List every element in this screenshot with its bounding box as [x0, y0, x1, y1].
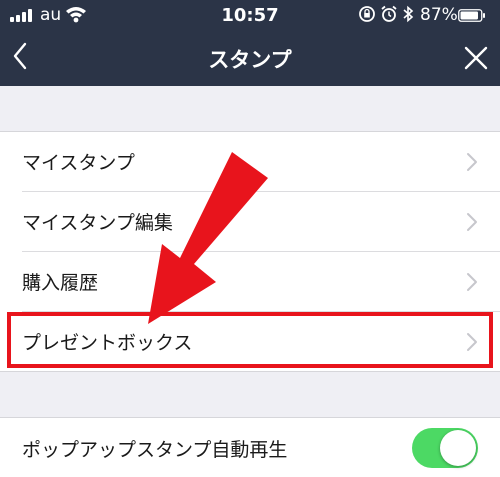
menu-item-label: 購入履歴	[22, 272, 99, 294]
autoplay-setting-row: ポップアップスタンプ自動再生	[0, 417, 500, 477]
battery-percentage: 87%	[420, 5, 458, 25]
menu-item-edit-my-stamps[interactable]: マイスタンプ編集	[0, 192, 500, 252]
menu-item-label: マイスタンプ編集	[22, 212, 173, 234]
menu-item-label: マイスタンプ	[22, 152, 135, 174]
autoplay-label: ポップアップスタンプ自動再生	[22, 439, 288, 461]
menu-item-my-stamps[interactable]: マイスタンプ	[0, 132, 500, 192]
menu-item-present-box[interactable]: プレゼントボックス	[0, 312, 500, 372]
chevron-right-icon	[467, 213, 477, 231]
close-icon	[464, 46, 488, 70]
chevron-right-icon	[467, 153, 477, 171]
stamp-menu-list: マイスタンプ マイスタンプ編集 購入履歴 プレゼントボックス	[0, 131, 500, 372]
page-title: スタンプ	[208, 48, 292, 72]
chevron-right-icon	[467, 333, 477, 351]
chevron-right-icon	[467, 273, 477, 291]
bluetooth-icon	[403, 5, 414, 23]
status-bar: au 10:57 87%	[0, 0, 500, 30]
rotation-lock-icon	[359, 6, 375, 22]
battery-icon	[458, 9, 485, 22]
menu-item-purchase-history[interactable]: 購入履歴	[0, 252, 500, 312]
close-button[interactable]	[458, 40, 494, 76]
alarm-icon	[381, 5, 397, 22]
menu-item-label: プレゼントボックス	[22, 332, 193, 354]
autoplay-toggle[interactable]	[412, 428, 478, 468]
app-header: au 10:57 87% スタンプ	[0, 0, 500, 86]
toggle-knob	[440, 430, 476, 466]
